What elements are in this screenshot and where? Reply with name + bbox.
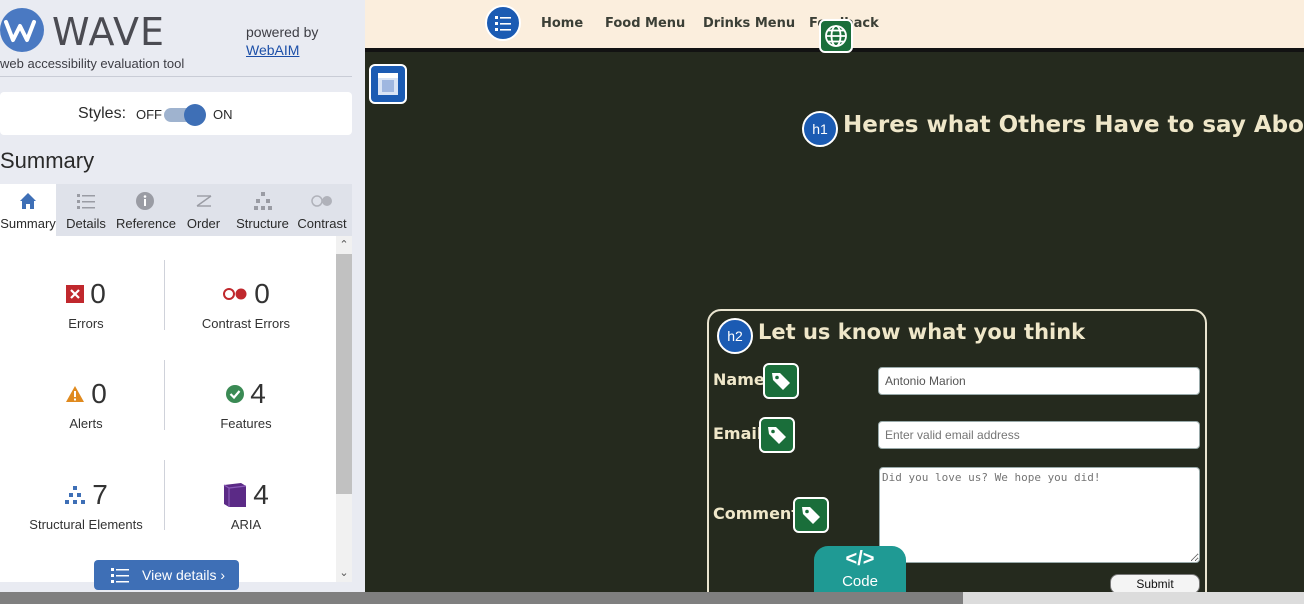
contrast-errors-label: Contrast Errors — [201, 316, 291, 331]
structural-count: 7 — [92, 479, 108, 510]
list-icon — [77, 194, 95, 209]
site-navbar: Home Food Menu Drinks Menu Feedback — [365, 0, 1304, 53]
tab-order[interactable]: Order — [174, 184, 233, 236]
stat-contrast-errors[interactable]: 0 Contrast Errors — [166, 278, 326, 331]
tab-reference-label: Reference — [116, 216, 176, 231]
nav-food-menu[interactable]: Food Menu — [605, 16, 685, 31]
email-field[interactable] — [878, 421, 1200, 449]
landmark-main-icon[interactable] — [369, 64, 407, 104]
summary-heading: Summary — [0, 148, 95, 173]
site-content: Home Food Menu Drinks Menu Feedback h1 H… — [365, 0, 1304, 592]
label-tag-icon[interactable] — [759, 417, 795, 453]
wave-tagline: web accessibility evaluation tool — [0, 56, 185, 71]
styles-off-label: OFF — [136, 107, 162, 122]
wave-tabs: Summary Details Reference Order Structur… — [0, 184, 352, 236]
errors-count: 0 — [90, 278, 106, 309]
panel-scrollbar[interactable]: ⌃ ⌄ — [336, 236, 352, 582]
stat-errors[interactable]: 0 Errors — [6, 278, 166, 331]
feature-check-icon — [226, 385, 245, 403]
wave-sidebar: WAVE web accessibility evaluation tool p… — [0, 0, 365, 604]
tab-order-label: Order — [186, 216, 221, 231]
error-icon — [66, 285, 85, 303]
h2-badge-icon[interactable]: h2 — [717, 318, 753, 354]
view-details-button[interactable]: View details › — [94, 560, 239, 590]
home-icon — [20, 193, 36, 209]
contrast-icon — [311, 195, 332, 207]
code-tab[interactable]: </> Code — [814, 546, 906, 592]
tab-structure[interactable]: Structure — [233, 184, 292, 236]
wave-title: WAVE — [52, 10, 166, 54]
tab-summary[interactable]: Summary — [0, 184, 56, 236]
aria-icon — [223, 483, 247, 507]
summary-panel: 0 Errors 0 Contrast Errors 0 Alerts 4 Fe… — [0, 236, 352, 582]
tab-details-label: Details — [66, 216, 106, 231]
list-icon[interactable] — [485, 5, 521, 41]
stat-structural[interactable]: 7 Structural Elements — [6, 479, 166, 532]
powered-by: powered by WebAIM — [246, 23, 318, 59]
tab-structure-label: Structure — [236, 216, 289, 231]
aria-count: 4 — [253, 479, 269, 510]
view-details-label: View details › — [142, 567, 226, 583]
stat-alerts[interactable]: 0 Alerts — [6, 378, 166, 431]
label-tag-icon[interactable] — [793, 497, 829, 533]
errors-label: Errors — [68, 316, 104, 331]
globe-icon[interactable] — [819, 19, 853, 53]
order-icon — [196, 195, 211, 207]
tab-reference[interactable]: Reference — [116, 184, 176, 236]
tab-summary-label: Summary — [0, 216, 56, 231]
contrast-error-icon — [223, 288, 247, 300]
structure-icon — [253, 192, 272, 210]
aria-label: ARIA — [230, 517, 262, 532]
label-tag-icon[interactable] — [763, 363, 799, 399]
webaim-link[interactable]: WebAIM — [246, 41, 318, 59]
scroll-up-icon[interactable]: ⌃ — [338, 239, 350, 251]
powered-by-text: powered by — [246, 24, 319, 40]
tab-details[interactable]: Details — [56, 184, 116, 236]
alert-icon — [66, 386, 85, 402]
structural-label: Structural Elements — [29, 517, 143, 532]
info-icon — [136, 192, 154, 210]
list-icon — [111, 568, 129, 583]
alerts-count: 0 — [91, 378, 107, 409]
h1-badge-icon[interactable]: h1 — [802, 111, 838, 147]
code-tab-label: Code — [842, 573, 878, 590]
code-icon: </> — [845, 548, 875, 570]
tab-contrast-label: Contrast — [297, 216, 347, 231]
horizontal-scroll-thumb[interactable] — [0, 592, 963, 604]
page-heading: Heres what Others Have to say About Us — [843, 112, 1304, 138]
wave-logo-icon — [0, 8, 44, 52]
form-title: Let us know what you think — [758, 320, 1086, 344]
submit-button[interactable]: Submit — [1110, 574, 1200, 592]
features-count: 4 — [250, 378, 266, 409]
styles-label: Styles: — [78, 105, 127, 122]
tab-contrast[interactable]: Contrast — [292, 184, 352, 236]
divider — [0, 76, 352, 77]
styles-on-label: ON — [213, 107, 233, 122]
styles-toggle-box: Styles: OFF ON — [0, 92, 352, 135]
structure-icon — [65, 486, 86, 504]
comments-field[interactable] — [879, 467, 1200, 563]
scroll-down-icon[interactable]: ⌄ — [338, 567, 350, 579]
stat-features[interactable]: 4 Features — [166, 378, 326, 431]
nav-home[interactable]: Home — [541, 16, 583, 31]
styles-toggle-knob[interactable] — [184, 104, 206, 126]
contrast-errors-count: 0 — [254, 278, 270, 309]
scroll-thumb[interactable] — [336, 254, 352, 494]
features-label: Features — [220, 416, 272, 431]
name-field[interactable] — [878, 367, 1200, 395]
alerts-label: Alerts — [69, 416, 103, 431]
stat-aria[interactable]: 4 ARIA — [166, 479, 326, 532]
nav-drinks-menu[interactable]: Drinks Menu — [703, 16, 795, 31]
